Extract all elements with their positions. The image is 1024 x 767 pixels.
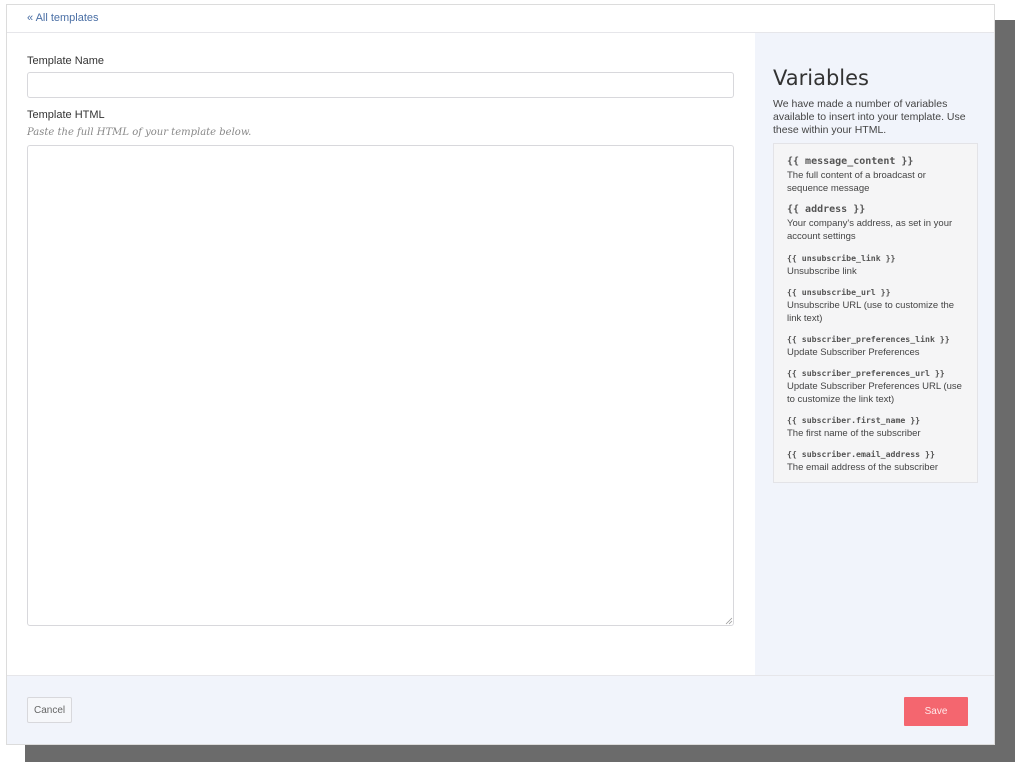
all-templates-link[interactable]: « All templates xyxy=(27,12,99,24)
variable-code: {{ unsubscribe_url }} xyxy=(787,287,891,297)
variables-list: {{ message_content }} The full content o… xyxy=(773,143,978,483)
cancel-button[interactable]: Cancel xyxy=(27,697,72,723)
template-editor-panel: « All templates Template Name Template H… xyxy=(6,4,995,745)
variable-description: The email address of the subscriber xyxy=(787,462,939,473)
form-footer: Cancel Save xyxy=(7,675,994,744)
variable-code: {{ subscriber_preferences_url }} xyxy=(787,368,945,378)
variable-description: Your company's address, as set in your a… xyxy=(787,218,953,242)
variable-item: {{ unsubscribe_link }} Unsubscribe link xyxy=(787,253,967,279)
variable-code: {{ address }} xyxy=(787,204,866,215)
variable-description: The full content of a broadcast or seque… xyxy=(787,170,926,194)
variable-code: {{ subscriber.first_name }} xyxy=(787,415,921,425)
variable-description: Unsubscribe URL (use to customize the li… xyxy=(787,300,955,324)
variables-title: Variables xyxy=(773,66,869,90)
variable-code: {{ message_content }} xyxy=(787,156,914,167)
template-html-label: Template HTML xyxy=(27,109,105,121)
variable-item: {{ message_content }} The full content o… xyxy=(787,156,967,195)
top-bar: « All templates xyxy=(7,5,994,33)
variable-item: {{ subscriber.first_name }} The first na… xyxy=(787,415,967,441)
variable-code: {{ subscriber.email_address }} xyxy=(787,449,935,459)
variable-code: {{ subscriber_preferences_link }} xyxy=(787,334,950,344)
variable-code: {{ unsubscribe_link }} xyxy=(787,253,896,263)
template-name-input[interactable] xyxy=(27,72,734,98)
variable-description: Update Subscriber Preferences URL (use t… xyxy=(787,381,962,405)
variable-item: {{ unsubscribe_url }} Unsubscribe URL (u… xyxy=(787,287,967,325)
template-html-textarea[interactable] xyxy=(27,145,734,626)
variable-description: The first name of the subscriber xyxy=(787,428,921,439)
variable-item: {{ subscriber_preferences_url }} Update … xyxy=(787,368,967,406)
template-name-label: Template Name xyxy=(27,55,105,67)
resize-handle-icon[interactable] xyxy=(725,617,733,625)
variable-item: {{ subscriber.email_address }} The email… xyxy=(787,449,967,475)
variable-item: {{ subscriber_preferences_link }} Update… xyxy=(787,334,967,360)
save-button[interactable]: Save xyxy=(904,697,968,726)
variables-sidebar: Variables We have made a number of varia… xyxy=(755,33,994,675)
variable-description: Unsubscribe link xyxy=(787,266,857,277)
variables-description: We have made a number of variables avail… xyxy=(773,98,966,136)
template-form: Template Name Template HTML Paste the fu… xyxy=(7,33,755,675)
variable-description: Update Subscriber Preferences xyxy=(787,347,920,358)
template-html-hint: Paste the full HTML of your template bel… xyxy=(27,127,252,138)
variable-item: {{ address }} Your company's address, as… xyxy=(787,204,967,243)
